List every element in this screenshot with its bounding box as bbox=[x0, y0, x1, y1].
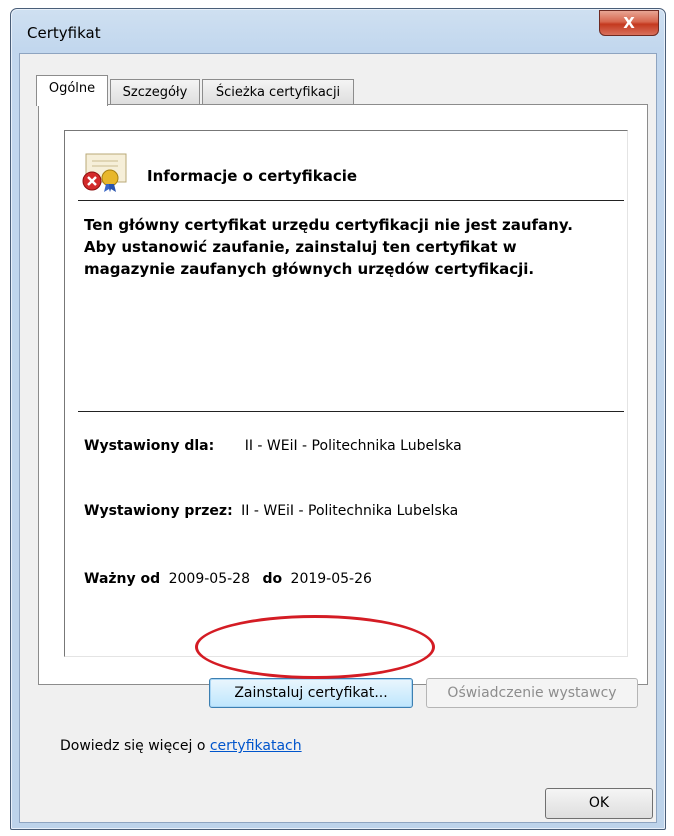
trust-warning-message: Ten główny certyfikat urzędu certyfikacj… bbox=[84, 216, 573, 278]
valid-from-label: Ważny od bbox=[84, 571, 161, 587]
issued-by-label: Wystawiony przez: bbox=[84, 503, 233, 519]
dialog-client-area: Ogólne Szczegóły Ścieżka certyfikacji In… bbox=[19, 53, 657, 823]
install-certificate-button[interactable]: Zainstaluj certyfikat... bbox=[209, 678, 413, 708]
valid-to-label: do bbox=[262, 571, 283, 587]
certificate-error-icon bbox=[82, 153, 127, 192]
issued-by-row: Wystawiony przez: II - WEiI - Politechni… bbox=[84, 503, 458, 519]
tab-details[interactable]: Szczegóły bbox=[110, 79, 200, 106]
issued-to-value: II - WEiI - Politechnika Lubelska bbox=[244, 438, 462, 454]
issued-to-label: Wystawiony dla: bbox=[84, 438, 215, 454]
learn-more-text: Dowiedz się więcej o certyfikatach bbox=[60, 738, 302, 754]
learn-more-prefix: Dowiedz się więcej o bbox=[60, 738, 206, 754]
close-button[interactable]: X bbox=[599, 10, 659, 36]
header-divider bbox=[78, 200, 624, 201]
valid-from-value: 2009-05-28 bbox=[168, 571, 250, 587]
title-bar[interactable]: Certyfikat X bbox=[11, 9, 665, 53]
ok-button[interactable]: OK bbox=[545, 788, 653, 819]
certificates-link[interactable]: certyfikatach bbox=[210, 738, 302, 754]
issued-by-value: II - WEiI - Politechnika Lubelska bbox=[241, 503, 459, 519]
tab-certification-path[interactable]: Ścieżka certyfikacji bbox=[202, 79, 354, 106]
close-icon: X bbox=[623, 14, 635, 32]
issued-to-row: Wystawiony dla: II - WEiI - Politechnika… bbox=[84, 438, 462, 454]
info-header-title: Informacje o certyfikacie bbox=[147, 167, 358, 185]
tab-general[interactable]: Ogólne bbox=[36, 75, 108, 106]
validity-row: Ważny od 2009-05-28 do 2019-05-26 bbox=[84, 571, 372, 587]
certificate-info-box: Informacje o certyfikacie Ten główny cer… bbox=[64, 130, 628, 657]
window-title: Certyfikat bbox=[27, 24, 101, 42]
issuer-statement-button[interactable]: Oświadczenie wystawcy bbox=[426, 678, 638, 708]
valid-to-value: 2019-05-26 bbox=[290, 571, 372, 587]
details-divider bbox=[78, 411, 624, 412]
certificate-dialog: Certyfikat X Ogólne Szczegóły Ścieżka ce… bbox=[10, 8, 666, 830]
